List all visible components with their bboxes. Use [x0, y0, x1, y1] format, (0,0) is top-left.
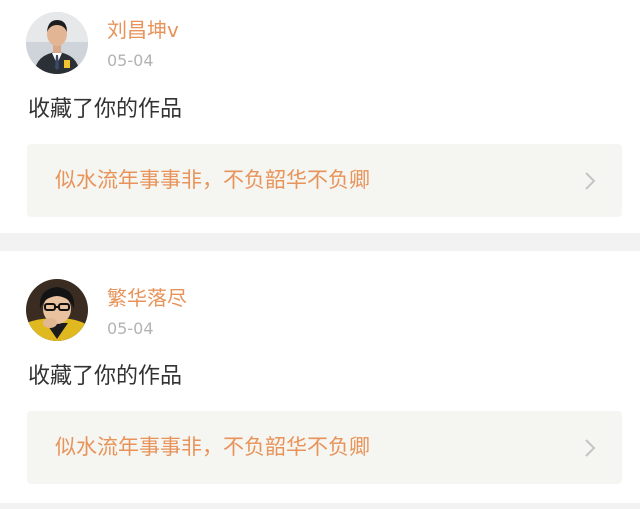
username-link[interactable]: 刘昌坤v [107, 18, 179, 42]
chevron-right-icon [585, 172, 596, 190]
work-title: 似水流年事事非，不负韶华不负卿 [55, 168, 370, 192]
timestamp: 05-04 [107, 319, 154, 338]
avatar-man-suit-icon [26, 12, 88, 74]
work-link-card[interactable]: 似水流年事事非，不负韶华不负卿 [27, 144, 622, 217]
notification-card: 刘昌坤v 05-04 收藏了你的作品 似水流年事事非，不负韶华不负卿 [0, 0, 640, 233]
timestamp: 05-04 [107, 51, 154, 70]
user-avatar[interactable] [26, 279, 88, 341]
notification-feed: 刘昌坤v 05-04 收藏了你的作品 似水流年事事非，不负韶华不负卿 繁华落尽 … [0, 0, 640, 509]
action-text: 收藏了你的作品 [28, 97, 183, 122]
work-title: 似水流年事事非，不负韶华不负卿 [55, 435, 370, 459]
notification-card: 繁华落尽 05-04 收藏了你的作品 似水流年事事非，不负韶华不负卿 [0, 251, 640, 503]
action-text: 收藏了你的作品 [28, 364, 183, 389]
username-link[interactable]: 繁华落尽 [107, 286, 187, 310]
work-link-card[interactable]: 似水流年事事非，不负韶华不负卿 [27, 411, 622, 484]
user-avatar[interactable] [26, 12, 88, 74]
avatar-person-glasses-icon [26, 279, 88, 341]
chevron-right-icon [585, 439, 596, 457]
